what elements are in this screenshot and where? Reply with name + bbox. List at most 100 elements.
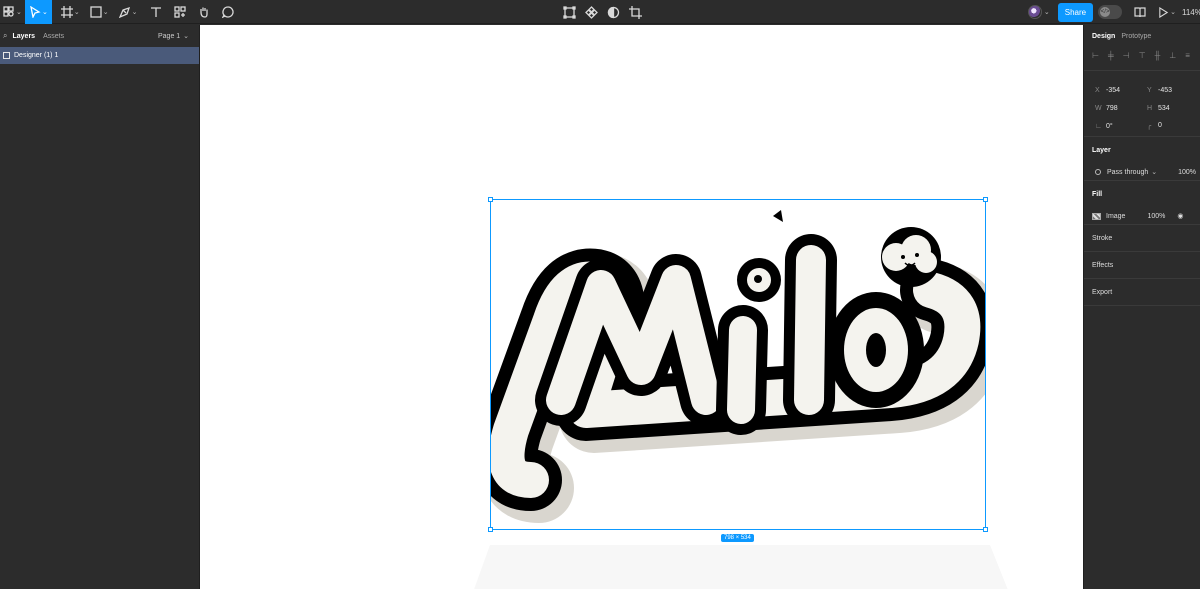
text-icon [150,7,161,17]
stroke-section-title: Stroke [1092,234,1113,242]
library-book-icon[interactable] [1134,6,1146,18]
play-icon[interactable] [1158,6,1169,18]
x-value: -354 [1106,86,1121,94]
toolbar-context-tools [563,0,642,24]
layer-section-title: Layer [1092,146,1111,154]
align-left-icon[interactable]: ⊢ [1092,51,1099,60]
main-menu-button[interactable]: ⌄ [0,0,25,24]
edit-object-icon[interactable] [563,5,576,19]
rotation-field[interactable]: ∟ 0° [1095,123,1147,130]
search-icon[interactable]: ⌕ [3,31,7,41]
fill-type: Image [1106,212,1126,220]
layer-section: Layer Pass through ⌄ 100% [1084,137,1200,181]
pen-tool-button[interactable]: ⌄ [116,0,141,24]
text-tool-button[interactable] [147,0,165,24]
distribute-icon[interactable]: ≡ [1185,51,1190,60]
crop-icon[interactable] [629,5,642,19]
y-field[interactable]: Y -453 [1147,87,1199,94]
chevron-down-icon: ⌄ [102,9,109,16]
chevron-down-icon: ⌄ [73,9,80,16]
selection-box[interactable] [488,197,988,532]
frame-tool-button[interactable]: ⌄ [58,0,83,24]
align-top-icon[interactable]: ⊤ [1139,51,1146,60]
rotation-icon: ∟ [1095,122,1102,130]
chevron-down-icon: ⌄ [41,9,48,16]
comment-tool-button[interactable] [219,0,237,24]
stroke-section[interactable]: Stroke [1084,225,1200,252]
position-size-props: X -354 Y -453 W 798 H 534 ∟ 0° ╭ 0 [1084,71,1200,137]
tab-layers[interactable]: Layers [12,33,35,40]
tab-prototype[interactable]: Prototype [1121,33,1151,40]
resize-handle-top-right[interactable] [983,197,988,202]
canvas-reflection-shape [474,545,1008,589]
align-center-horizontal-icon[interactable]: ╪ [1108,51,1114,60]
chevron-down-icon[interactable]: ⌄ [1044,8,1050,16]
layer-row[interactable]: Designer (1) 1 [0,47,199,64]
hand-tool-button[interactable] [195,0,213,24]
image-layer-icon [3,52,10,59]
chevron-down-icon: ⌄ [183,33,189,40]
chevron-down-icon: ⌄ [16,9,22,16]
align-bottom-icon[interactable]: ⊥ [1169,51,1176,60]
mask-icon[interactable] [607,6,620,19]
hand-icon [199,7,208,18]
pen-icon [118,6,130,18]
align-middle-vertical-icon[interactable]: ╫ [1155,51,1161,60]
move-tool-button[interactable]: ⌄ [24,0,52,24]
height-value: 534 [1158,104,1170,112]
chevron-down-icon: ⌄ [1151,169,1158,176]
image-fill-swatch[interactable] [1092,212,1101,220]
export-section-title: Export [1092,288,1113,296]
width-field[interactable]: W 798 [1095,105,1147,112]
corner-radius-field[interactable]: ╭ 0 [1147,122,1199,130]
dev-mode-toggle[interactable]: </> [1098,5,1123,19]
tab-design[interactable]: Design [1092,33,1115,40]
x-label: X [1095,86,1100,94]
resize-handle-bottom-right[interactable] [983,527,988,532]
fill-section: Fill Image 100% ◉ [1084,181,1200,225]
chevron-down-icon: ⌄ [131,9,138,16]
tab-assets[interactable]: Assets [43,33,64,40]
pointer-icon [30,6,41,18]
effects-section-title: Effects [1092,261,1114,269]
right-panel-tabs: Design Prototype [1084,25,1200,47]
figma-app: ⌄ ⌄ ⌄ ⌄ ⌄ ⌄ Share </> ⌄ 114% ⌕ Layers As… [0,0,1200,589]
comment-icon [221,6,234,18]
dimension-badge: 798 × 534 [721,534,754,542]
layers-panel: ⌕ Layers Assets Page 1 ⌄ Designer (1) 1 [0,25,200,589]
shape-tool-button[interactable]: ⌄ [87,0,112,24]
page-selector[interactable]: Page 1 ⌄ [158,32,189,40]
user-avatar[interactable] [1027,5,1042,19]
alignment-controls: ⊢ ╪ ⊣ ⊤ ╫ ⊥ ≡ [1084,47,1200,71]
export-section[interactable]: Export [1084,279,1200,306]
resize-handle-top-left[interactable] [488,197,493,202]
resize-handle-bottom-left[interactable] [488,527,493,532]
align-right-icon[interactable]: ⊣ [1123,51,1130,60]
toolbar-right: ⌄ Share </> ⌄ 114% [1027,0,1200,24]
canvas[interactable]: 798 × 534 [200,25,1083,589]
frame-icon [60,6,73,18]
w-label: W [1095,104,1102,112]
fill-section-title: Fill [1092,190,1103,198]
components-icon [173,6,186,18]
toolbar-tools: ⌄ ⌄ ⌄ ⌄ ⌄ [0,0,237,24]
fill-opacity[interactable]: 100% [1147,213,1165,220]
blend-mode-select[interactable]: Pass through [1107,169,1148,176]
resources-button[interactable] [171,0,189,24]
x-field[interactable]: X -354 [1095,87,1147,94]
y-value: -453 [1158,86,1173,94]
chevron-down-icon[interactable]: ⌄ [1170,8,1176,16]
design-panel: Design Prototype ⊢ ╪ ⊣ ⊤ ╫ ⊥ ≡ X -354 Y -4… [1083,25,1200,589]
y-label: Y [1147,86,1152,94]
share-button[interactable]: Share [1057,2,1094,22]
eye-icon[interactable]: ◉ [1177,212,1183,220]
code-icon: </> [1100,7,1111,17]
effects-section[interactable]: Effects [1084,252,1200,279]
layer-name: Designer (1) 1 [14,52,59,59]
blend-mode-icon [1095,169,1101,175]
layer-opacity[interactable]: 100% [1178,169,1196,176]
height-field[interactable]: H 534 [1147,105,1199,112]
component-icon[interactable] [585,5,598,19]
zoom-level[interactable]: 114% [1182,8,1200,17]
rectangle-icon [90,6,102,18]
